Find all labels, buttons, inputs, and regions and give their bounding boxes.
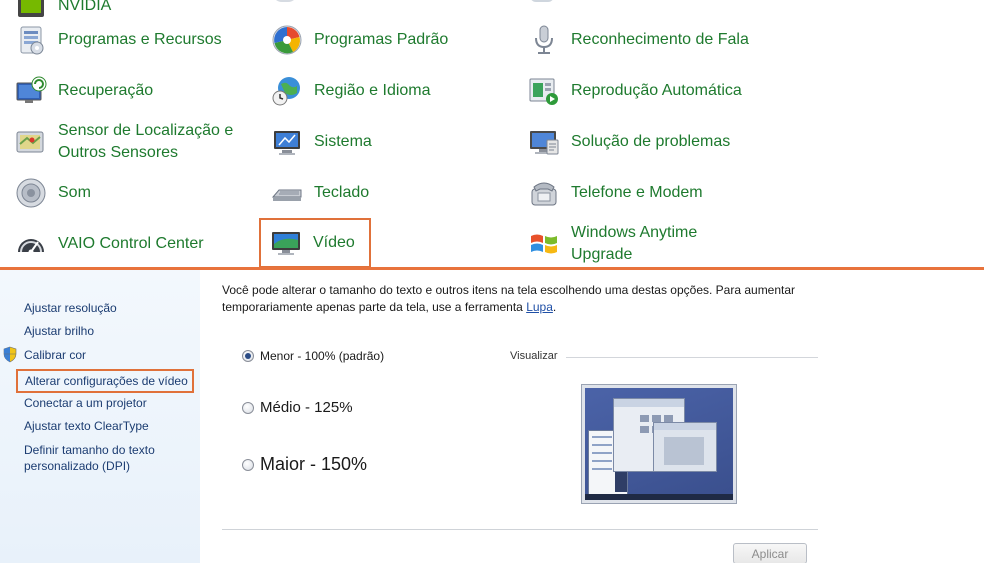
sidebar-link-ajustar-brilho[interactable]: Ajustar brilho: [24, 323, 94, 339]
cp-item-label: Recuperação: [58, 82, 154, 99]
cp-item-label: Solução de problemas: [571, 133, 731, 150]
preview-desktop: [585, 388, 733, 500]
cp-item-label: Windows Anytime Upgrade: [571, 224, 698, 263]
troubleshooting-icon: [527, 125, 561, 159]
cp-item-programas-padrao[interactable]: Programas Padrão: [270, 18, 448, 62]
cp-item-label: Região e Idioma: [314, 82, 431, 99]
cp-item-windows-anytime-upgrade[interactable]: Windows Anytime Upgrade: [527, 222, 731, 266]
radio-option-menor[interactable]: Menor - 100% (padrão): [242, 349, 384, 363]
autoplay-icon: [527, 74, 561, 108]
description-body: Você pode alterar o tamanho do texto e o…: [222, 283, 796, 314]
windows-flag-icon: [527, 227, 561, 261]
apply-button[interactable]: Aplicar: [733, 543, 807, 563]
system-monitor-icon: [270, 125, 304, 159]
preview-label: Visualizar: [510, 350, 564, 362]
cp-item-telefone-modem[interactable]: Telefone e Modem: [527, 171, 703, 215]
cp-item-label: Teclado: [314, 184, 370, 201]
radio-button[interactable]: [242, 458, 254, 471]
control-panel-all-items: NVIDIA Programas e Recursos Programas Pa…: [0, 0, 984, 268]
lupa-link[interactable]: Lupa: [526, 300, 553, 314]
footer-separator: [222, 529, 818, 530]
cp-item-label: Telefone e Modem: [571, 184, 703, 201]
preview-image: [581, 384, 737, 504]
microphone-icon: [527, 23, 561, 57]
cp-item-sistema[interactable]: Sistema: [270, 120, 372, 164]
description-end: .: [552, 300, 557, 314]
radio-button-checked[interactable]: [242, 350, 254, 362]
location-sensor-icon: [14, 125, 48, 159]
globe-clock-icon: [270, 74, 304, 108]
cp-item-regiao-idioma[interactable]: Região e Idioma: [270, 69, 431, 113]
radio-option-medio[interactable]: Médio - 125%: [242, 399, 353, 416]
cp-item-vaio-control-center[interactable]: VAIO Control Center: [14, 222, 204, 266]
radio-button[interactable]: [242, 401, 254, 414]
cp-item-label: Sensor de Localização e Outros Sensores: [58, 122, 234, 161]
cp-item-sensor-localizacao[interactable]: Sensor de Localização e Outros Sensores: [14, 120, 238, 164]
radio-label: Maior - 150%: [260, 454, 368, 474]
cp-item-recuperacao[interactable]: Recuperação: [14, 69, 153, 113]
screenshot-root: NVIDIA Programas e Recursos Programas Pa…: [0, 0, 984, 563]
cp-item-reconhecimento-fala[interactable]: Reconhecimento de Fala: [527, 18, 749, 62]
preview-group-line: [566, 357, 818, 358]
radio-label: Menor - 100% (padrão): [260, 349, 385, 363]
recovery-icon: [14, 74, 48, 108]
sidebar-link-definir-tamanho-texto-dpi[interactable]: Definir tamanho do texto personalizado (…: [24, 442, 184, 474]
sidebar-link-conectar-projetor[interactable]: Conectar a um projetor: [24, 395, 147, 411]
cp-item-solucao-problemas[interactable]: Solução de problemas: [527, 120, 730, 164]
preview-window-front: [653, 422, 717, 472]
cp-item-label: Programas Padrão: [314, 31, 449, 48]
cp-item-label: Vídeo: [313, 234, 355, 251]
display-settings-panel: Você pode alterar o tamanho do texto e o…: [200, 270, 984, 563]
partial-icon-top-middle: [272, 0, 298, 2]
radio-option-maior[interactable]: Maior - 150%: [242, 454, 367, 475]
programs-features-icon: [14, 23, 48, 57]
keyboard-icon: [270, 176, 304, 210]
speaker-icon: [14, 176, 48, 210]
sidebar-link-alterar-configuracoes-video[interactable]: Alterar configurações de vídeo: [16, 369, 194, 393]
default-programs-icon: [270, 23, 304, 57]
uac-shield-icon: [2, 346, 18, 368]
sidebar-link-ajustar-cleartype[interactable]: Ajustar texto ClearType: [24, 418, 149, 434]
cp-item-video[interactable]: Vídeo: [259, 218, 371, 268]
description-text: Você pode alterar o tamanho do texto e o…: [222, 282, 822, 316]
radio-label: Médio - 125%: [260, 399, 353, 416]
cp-item-label: Programas e Recursos: [58, 31, 222, 48]
sidebar-link-calibrar-cor[interactable]: Calibrar cor: [24, 347, 86, 363]
cp-item-label: VAIO Control Center: [58, 235, 204, 252]
cp-item-label: NVIDIA: [58, 0, 112, 14]
preview-taskbar: [585, 494, 733, 500]
vaio-gauge-icon: [14, 227, 48, 261]
cp-item-label: Reprodução Automática: [571, 82, 742, 99]
cp-item-label: Reconhecimento de Fala: [571, 31, 749, 48]
partial-icon-top-right: [530, 0, 554, 2]
cp-item-teclado[interactable]: Teclado: [270, 171, 369, 215]
cp-item-label: Som: [58, 184, 91, 201]
cp-item-label: Sistema: [314, 133, 372, 150]
display-monitor-icon: [269, 226, 303, 260]
cp-item-programas-recursos[interactable]: Programas e Recursos: [14, 18, 222, 62]
sidebar-link-ajustar-resolucao[interactable]: Ajustar resolução: [24, 300, 117, 316]
cp-item-reproducao-automatica[interactable]: Reprodução Automática: [527, 69, 742, 113]
telephone-icon: [527, 176, 561, 210]
cp-item-som[interactable]: Som: [14, 171, 91, 215]
